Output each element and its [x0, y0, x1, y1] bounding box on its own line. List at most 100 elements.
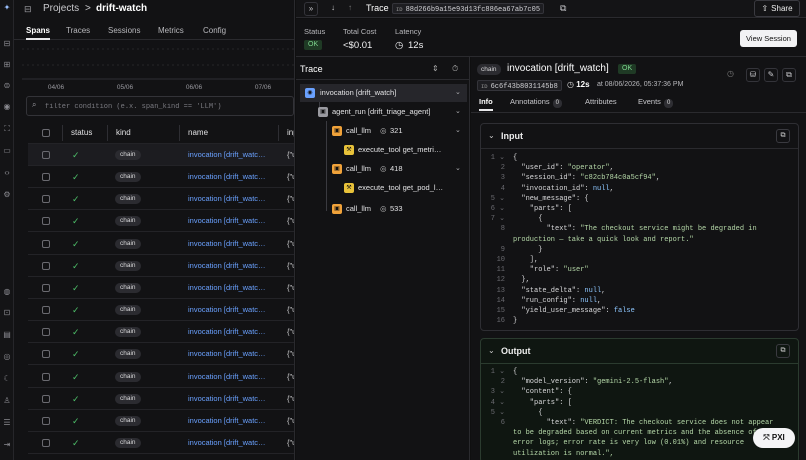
- span-name-link[interactable]: invocation [drift_watc…: [188, 299, 274, 321]
- nav-grid-icon[interactable]: ⊞: [2, 60, 12, 70]
- span-name-link[interactable]: invocation [drift_watc…: [188, 277, 274, 299]
- col-input[interactable]: input: [287, 122, 294, 144]
- database-icon[interactable]: ⛁: [746, 68, 760, 82]
- row-checkbox[interactable]: [42, 261, 50, 270]
- docs-icon[interactable]: ⊡: [2, 308, 12, 318]
- nav-settings-icon[interactable]: ⚙: [2, 190, 12, 200]
- copy-icon[interactable]: ⧉: [782, 68, 796, 82]
- tab-traces[interactable]: Traces: [66, 22, 90, 40]
- tree-node-call-llm-3[interactable]: ▣ call_llm ◎ 533: [330, 200, 467, 218]
- clock-icon[interactable]: ◷: [727, 69, 734, 78]
- tree-node-call-llm-2[interactable]: ▣ call_llm ◎ 418 ⌄: [330, 160, 467, 178]
- table-row[interactable]: ✓chaininvocation [drift_watc…{"user: [28, 410, 294, 432]
- table-row[interactable]: ✓chaininvocation [drift_watc…{"user: [28, 166, 294, 189]
- nav-datasets-icon[interactable]: ⊜: [2, 81, 12, 91]
- table-row[interactable]: ✓chaininvocation [drift_watc…{"user: [28, 277, 294, 299]
- table-row[interactable]: ✓chaininvocation [drift_watc…{"user: [28, 366, 294, 388]
- row-checkbox[interactable]: [42, 350, 50, 359]
- tab-sessions[interactable]: Sessions: [108, 22, 140, 40]
- table-row[interactable]: ✓chaininvocation [drift_watc…{"user: [28, 188, 294, 211]
- theme-moon-icon[interactable]: ☾: [2, 374, 12, 384]
- tree-node-execute-tool-2[interactable]: ⚒ execute_tool get_pod_l…: [342, 179, 467, 197]
- nav-prompts-icon[interactable]: ⛶: [2, 124, 12, 134]
- row-checkbox[interactable]: [42, 394, 50, 403]
- nav-chat-icon[interactable]: ▭: [2, 146, 12, 156]
- span-name-link[interactable]: invocation [drift_watc…: [188, 388, 274, 410]
- span-name-link[interactable]: invocation [drift_watc…: [188, 210, 274, 232]
- share-button[interactable]: ⇧ Share: [754, 0, 800, 17]
- tree-node-invocation[interactable]: ◉ invocation [drift_watch] ⌄: [300, 84, 467, 102]
- table-row[interactable]: ✓chaininvocation [drift_watc…{"user: [28, 233, 294, 255]
- tree-node-agent-run[interactable]: ▣ agent_run [drift_triage_agent] ⌄: [314, 103, 467, 121]
- row-checkbox[interactable]: [42, 283, 50, 292]
- table-row[interactable]: ✓chaininvocation [drift_watc…{"user: [28, 321, 294, 344]
- logo-icon[interactable]: ✦: [2, 3, 12, 13]
- breadcrumb-projects[interactable]: Projects: [43, 3, 79, 15]
- table-row[interactable]: ✓chaininvocation [drift_watc…{"user: [28, 343, 294, 366]
- chevron-down-icon[interactable]: ⌄: [455, 84, 461, 102]
- view-session-button[interactable]: View Session: [740, 30, 797, 47]
- chevron-down-icon[interactable]: ⌄: [488, 131, 495, 140]
- tab-events[interactable]: Events 0: [638, 95, 674, 111]
- copy-trace-id-icon[interactable]: ⧉: [560, 3, 566, 14]
- span-name-link[interactable]: invocation [drift_watc…: [188, 454, 274, 460]
- table-row[interactable]: ✓chaininvocation [drift_watc…{"user: [28, 255, 294, 277]
- row-checkbox[interactable]: [42, 239, 50, 248]
- next-span-icon[interactable]: ↓: [326, 2, 340, 16]
- table-row[interactable]: ✓chaininvocation [drift_watc…{"user: [28, 144, 294, 166]
- table-row[interactable]: ✓chaininvocation [drift_watc…{"user: [28, 388, 294, 410]
- span-name-link[interactable]: invocation [drift_watc…: [188, 188, 274, 210]
- span-name-link[interactable]: invocation [drift_watc…: [188, 255, 274, 277]
- github-icon[interactable]: ◍: [2, 287, 12, 297]
- span-name-link[interactable]: invocation [drift_watc…: [188, 410, 274, 432]
- row-checkbox[interactable]: [42, 151, 50, 159]
- span-name-link[interactable]: invocation [drift_watc…: [188, 432, 274, 454]
- user-icon[interactable]: ♙: [2, 396, 12, 406]
- tab-config[interactable]: Config: [203, 22, 226, 40]
- tab-annotations[interactable]: Annotations 0: [510, 95, 562, 111]
- tab-spans[interactable]: Spans: [26, 22, 51, 40]
- row-checkbox[interactable]: [42, 416, 50, 425]
- chevron-down-icon[interactable]: ⌄: [455, 122, 461, 140]
- pxi-button[interactable]: ⤧ PXI: [753, 428, 795, 448]
- row-checkbox[interactable]: [42, 372, 50, 381]
- select-all-checkbox[interactable]: [42, 129, 50, 137]
- row-checkbox[interactable]: [42, 173, 50, 182]
- span-name-link[interactable]: invocation [drift_watc…: [188, 343, 274, 365]
- prev-span-icon[interactable]: ↑: [343, 2, 357, 16]
- timer-icon[interactable]: ⏱: [452, 64, 458, 74]
- chevron-down-icon[interactable]: ⌄: [455, 103, 461, 121]
- nav-projects-icon[interactable]: ⊟: [2, 39, 12, 49]
- span-name-link[interactable]: invocation [drift_watc…: [188, 144, 274, 166]
- col-status[interactable]: status: [71, 122, 92, 144]
- table-row[interactable]: ✓chaininvocation [drift_watc…{"user: [28, 210, 294, 233]
- tree-node-execute-tool-1[interactable]: ⚒ execute_tool get_metri…: [342, 141, 467, 159]
- logout-icon[interactable]: ⇥: [2, 440, 12, 450]
- collapse-all-icon[interactable]: ⇕: [432, 64, 439, 73]
- edit-icon[interactable]: ✎: [764, 68, 778, 82]
- table-row[interactable]: ✓chaininvocation [drift_watc…{"user: [28, 454, 294, 460]
- support-icon[interactable]: ◎: [2, 352, 12, 362]
- nav-playground-icon[interactable]: ◉: [2, 102, 12, 112]
- tree-node-call-llm-1[interactable]: ▣ call_llm ◎ 321 ⌄: [330, 122, 467, 140]
- span-name-link[interactable]: invocation [drift_watc…: [188, 321, 274, 343]
- span-name-link[interactable]: invocation [drift_watc…: [188, 166, 274, 188]
- tab-attributes[interactable]: Attributes: [585, 95, 617, 111]
- tab-info[interactable]: Info: [479, 95, 493, 111]
- table-row[interactable]: ✓chaininvocation [drift_watc…{"user: [28, 432, 294, 454]
- expand-icon[interactable]: »: [304, 2, 318, 16]
- row-checkbox[interactable]: [42, 306, 50, 315]
- chevron-down-icon[interactable]: ⌄: [488, 346, 495, 355]
- row-checkbox[interactable]: [42, 217, 50, 226]
- copy-input-icon[interactable]: ⧉: [776, 129, 790, 143]
- row-checkbox[interactable]: [42, 438, 50, 447]
- span-name-link[interactable]: invocation [drift_watc…: [188, 366, 274, 388]
- list-icon[interactable]: ☰: [2, 418, 12, 428]
- col-name[interactable]: name: [188, 122, 208, 144]
- nav-code-icon[interactable]: ‹›: [2, 168, 12, 178]
- tab-metrics[interactable]: Metrics: [158, 22, 184, 40]
- row-checkbox[interactable]: [42, 195, 50, 204]
- span-name-link[interactable]: invocation [drift_watc…: [188, 233, 274, 255]
- row-checkbox[interactable]: [42, 328, 50, 337]
- projects-icon[interactable]: ⊟: [24, 3, 34, 15]
